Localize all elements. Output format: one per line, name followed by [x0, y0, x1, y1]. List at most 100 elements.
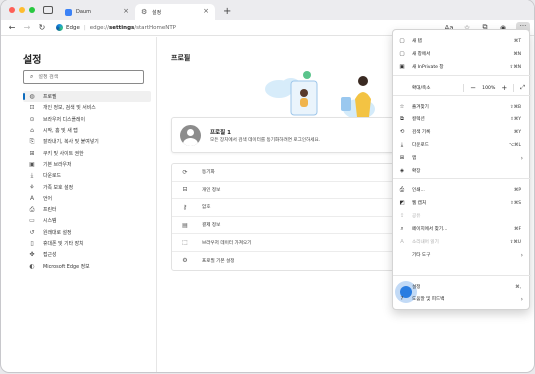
avatar [180, 125, 201, 146]
menu-item-label: 컬렉션 [412, 117, 425, 122]
menu-shortcut: ⇧⌘N [509, 64, 521, 70]
accessibility-icon: ✤ [29, 251, 35, 259]
menu-shortcut: ⇧⌘S [510, 200, 521, 206]
tab-strip: Daum × ⚙ 설정 × + [1, 0, 534, 20]
edge-icon: ◐ [29, 262, 35, 270]
page-title: 프로필 [171, 54, 191, 62]
tab-daum[interactable]: Daum × [59, 4, 135, 20]
maximize-window-button[interactable] [29, 7, 35, 13]
forward-icon[interactable]: → [23, 23, 31, 32]
zoom-divider [463, 84, 465, 92]
menu-item[interactable]: ? 도움말 및 피드백 › [393, 293, 531, 305]
menu-item[interactable]: ⎙ 인쇄... ⌘P [393, 184, 531, 196]
sidebar-title: 설정 [23, 55, 42, 66]
menu-item[interactable]: ⚙설정⌘, [393, 281, 531, 293]
sidebar-item[interactable]: ⊙ 브라우저 디스플레이 [23, 114, 151, 125]
sidebar-item-label: 프로필 [43, 94, 57, 101]
sidebar-item[interactable]: ↺ 원래대로 설정 [23, 227, 151, 238]
sidebar-item[interactable]: ✤ 접근성 [23, 249, 151, 260]
profile-setting-label: 암호 [202, 205, 211, 211]
read-aloud-icon: A [400, 239, 404, 245]
menu-item-label: 새 탭 [412, 39, 422, 44]
sidebar-item[interactable]: ▭ 시스템 [23, 215, 151, 226]
share-icon: ⇪ [399, 213, 405, 219]
reset-icon: ↺ [29, 228, 35, 236]
extensions-icon: ◈ [399, 168, 405, 174]
sidebar-item[interactable]: ⎘ 잘라내기, 복사 및 붙여넣기 [23, 136, 151, 147]
menu-item-label: 공유 [412, 214, 421, 219]
close-tab-icon[interactable]: × [123, 7, 129, 15]
menu-item-label: 새 InPrivate 창 [412, 65, 444, 70]
sidebar-item[interactable]: ◐ Microsoft Edge 정보 [23, 260, 151, 271]
menu-item[interactable]: ▢ 새 탭 ⌘T [393, 35, 531, 47]
browser-window: Daum × ⚙ 설정 × + ← → ↻ Edge | edge://sett… [1, 0, 534, 372]
menu-item[interactable]: ⊞ 앱 › [393, 152, 531, 164]
sidebar-item[interactable]: ⤓ 다운로드 [23, 170, 151, 181]
menu-item-label: 검색 기록 [412, 130, 431, 135]
menu-item-label: 확대/축소 [412, 86, 431, 91]
close-tab-icon[interactable]: × [203, 7, 209, 15]
sidebar-item[interactable]: A 언어 [23, 193, 151, 204]
zoom-level: 100% [482, 85, 496, 91]
menu-item[interactable]: ◩ 웹 캡처 ⇧⌘S [393, 197, 531, 209]
menu-item[interactable]: 기타 도구 › [393, 249, 531, 261]
sidebar-item[interactable]: ◍ 프로필 [23, 91, 151, 103]
edge-icon [56, 24, 63, 31]
sidebar-item[interactable]: ▯ 휴대폰 및 기타 장치 [23, 238, 151, 249]
settings-search[interactable]: ⌕ [23, 70, 144, 84]
menu-item-label: 새 창에서 [412, 52, 431, 57]
sidebar-item[interactable]: ⎙ 프린터 [23, 204, 151, 215]
lock-icon: ⊡ [29, 104, 35, 112]
sidebar-item-label: 잘라내기, 복사 및 붙여넣기 [43, 139, 99, 146]
menu-item[interactable]: ▢ 새 창에서 ⌘N [393, 48, 531, 60]
sidebar-item-label: 다운로드 [43, 173, 61, 180]
back-icon[interactable]: ← [8, 23, 16, 32]
sidebar-item[interactable]: ⊡ 개인 정보, 검색 및 서비스 [23, 102, 151, 113]
menu-item[interactable]: ⧉ 컬렉션 ⇧⌘Y [393, 113, 531, 125]
close-window-button[interactable] [9, 7, 15, 13]
sidebar-item[interactable]: ⚘ 가족 보호 설정 [23, 181, 151, 192]
search-input[interactable] [38, 74, 129, 80]
find-icon: ⌕ [400, 225, 404, 232]
address-bar[interactable]: Edge | edge://settings/startHomeNTP [56, 24, 176, 31]
home-icon: ⌂ [30, 127, 34, 135]
menu-shortcut: ⌘Y [513, 129, 521, 135]
sidebar-item[interactable]: ▣ 기본 브라우저 [23, 159, 151, 170]
tab-settings[interactable]: ⚙ 설정 × [135, 4, 215, 20]
browser-icon: ▣ [29, 160, 35, 168]
sidebar-item[interactable]: ⌂ 시작, 홈 및 새 탭 [23, 125, 151, 136]
refresh-icon[interactable]: ↻ [38, 23, 46, 32]
menu-item[interactable]: ⌕ 페이지에서 찾기... ⌘F [393, 223, 531, 235]
sidebar-item-label: Microsoft Edge 정보 [43, 263, 90, 270]
menu-item[interactable]: 확대/축소 −100% + ⤢ [393, 82, 531, 94]
menu-shortcut: ⌘F [514, 226, 521, 232]
sidebar-item-label: 기본 브라우저 [43, 161, 72, 168]
web-capture-icon: ◩ [399, 200, 405, 206]
zoom-in-button[interactable]: + [501, 84, 507, 92]
menu-item[interactable]: ◈ 확장 [393, 165, 531, 177]
menu-item[interactable]: ⟲ 검색 기록 ⌘Y [393, 126, 531, 138]
menu-item[interactable]: ☆ 즐겨찾기 ⇧⌘B [393, 101, 531, 113]
phone-icon: ▯ [30, 240, 34, 247]
menu-item: A 소리내어 읽기 ⇧⌘U [393, 236, 531, 248]
new-tab-button[interactable]: + [223, 6, 231, 17]
profile-name: 프로필 1 [210, 130, 231, 136]
display-icon: ⊙ [29, 115, 35, 123]
url-rest: /startHomeNTP [134, 24, 176, 31]
menu-item[interactable]: ▣ 새 InPrivate 창 ⇧⌘N [393, 61, 531, 73]
menu-item[interactable]: ⤓ 다운로드 ⌥⌘L [393, 139, 531, 151]
daum-favicon-icon [65, 8, 72, 16]
sync-icon: ⟳ [182, 168, 188, 176]
profile-description: 모든 장치에서 검색 데이터를 동기화하려면 로그인하세요. [210, 138, 321, 143]
tab-actions-icon[interactable] [43, 6, 53, 14]
minimize-window-button[interactable] [19, 7, 25, 13]
menu-divider [393, 275, 531, 276]
print-icon: ⎙ [399, 186, 405, 193]
sidebar-item-label: 언어 [43, 195, 52, 202]
zoom-out-button[interactable]: − [470, 84, 476, 92]
sidebar-item[interactable]: ⊞ 쿠키 및 사이트 권한 [23, 147, 151, 158]
fullscreen-icon[interactable]: ⤢ [520, 84, 525, 92]
menu-divider [393, 95, 531, 96]
menu-item-label: 즐겨찾기 [412, 105, 429, 110]
sidebar-item-label: 가족 보호 설정 [43, 184, 74, 191]
